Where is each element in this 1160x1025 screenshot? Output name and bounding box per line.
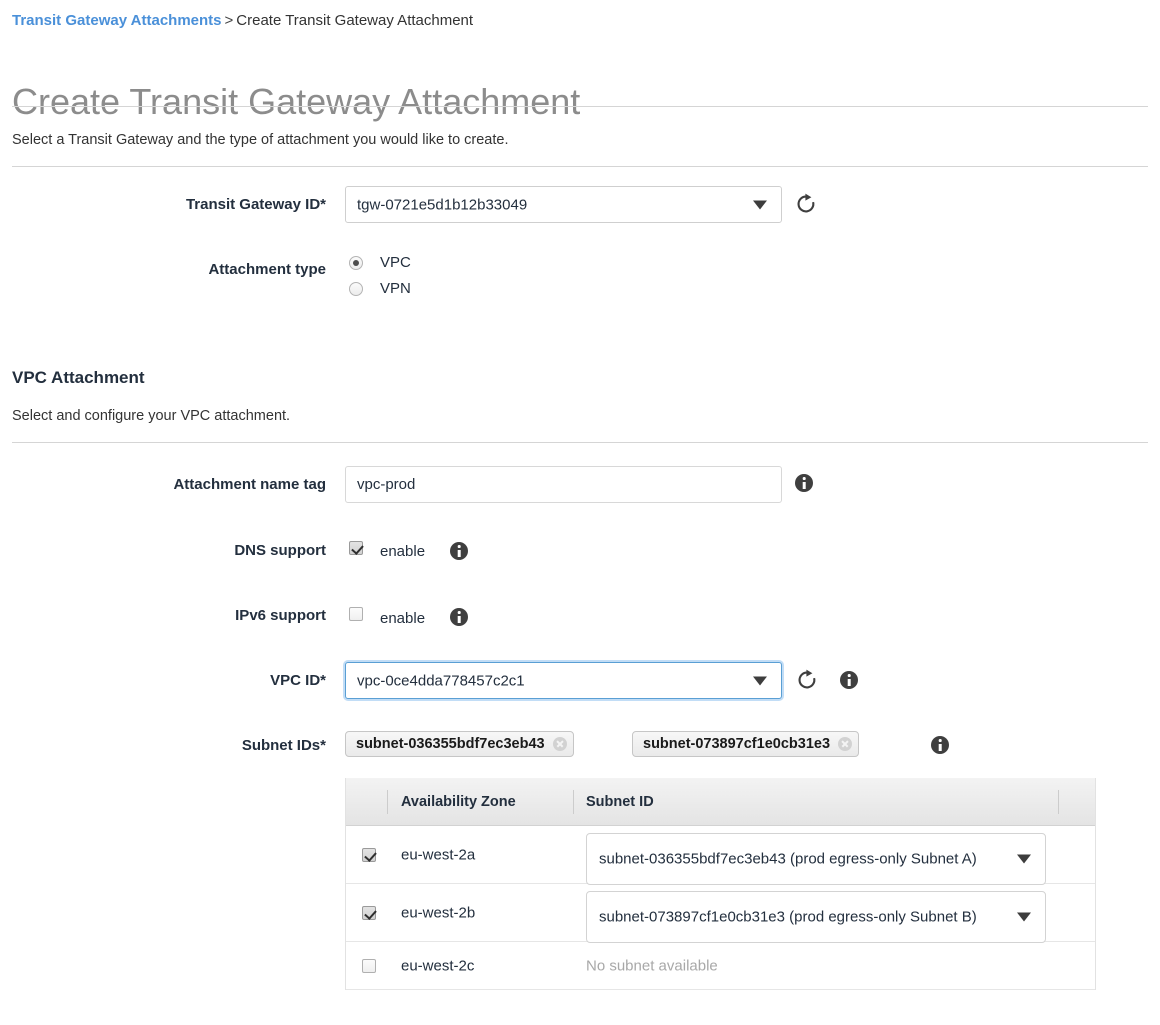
attachment-name-tag-input[interactable] [345,466,782,503]
create-transit-gateway-attachment-page: Transit Gateway Attachments>Create Trans… [0,0,1160,1025]
availability-zone-value: eu-west-2c [401,957,474,974]
checkbox-ipv6-support[interactable] [349,607,363,621]
availability-zone-value: eu-west-2b [401,904,475,921]
dns-support-label: DNS support [60,542,326,559]
chevron-down-icon [753,676,767,685]
ipv6-support-label: IPv6 support [60,607,326,624]
transit-gateway-id-select[interactable]: tgw-0721e5d1b12b33049 [345,186,782,223]
checkbox-subnet-row[interactable] [362,906,376,920]
info-icon-subnet-ids[interactable] [931,736,949,754]
subnet-table: Availability Zone Subnet ID eu-west-2a s… [345,778,1096,990]
breadcrumb-current: Create Transit Gateway Attachment [236,12,473,29]
divider-top [12,106,1148,107]
subnet-select[interactable]: subnet-036355bdf7ec3eb43 (prod egress-on… [586,833,1046,885]
header-separator [1058,790,1059,814]
chevron-down-icon [753,200,767,209]
refresh-icon[interactable] [795,193,817,215]
info-icon-dns-support[interactable] [450,542,468,560]
info-icon-vpc-id[interactable] [840,671,858,689]
attachment-type-label: Attachment type [60,261,326,278]
dns-support-enable-text: enable [380,543,425,560]
info-icon-attachment-name-tag[interactable] [795,474,813,492]
chevron-down-icon [1017,913,1031,922]
radio-attachment-type-vpn[interactable] [349,282,363,296]
refresh-icon[interactable] [796,669,818,691]
checkbox-subnet-row[interactable] [362,959,376,973]
transit-gateway-id-label: Transit Gateway ID* [60,196,326,213]
vpc-id-select[interactable]: vpc-0ce4dda778457c2c1 [345,662,782,699]
no-subnet-available-text: No subnet available [586,957,718,974]
table-row: eu-west-2b subnet-073897cf1e0cb31e3 (pro… [346,884,1095,942]
checkbox-subnet-row[interactable] [362,848,376,862]
header-separator [387,790,388,814]
column-header-availability-zone: Availability Zone [401,794,516,810]
header-separator [573,790,574,814]
subnet-token-label: subnet-036355bdf7ec3eb43 [356,736,545,752]
subnet-ids-label: Subnet IDs* [60,737,326,754]
subnet-select-value: subnet-073897cf1e0cb31e3 (prod egress-on… [599,908,989,927]
checkbox-dns-support[interactable] [349,541,363,555]
divider-under-description [12,166,1148,167]
vpc-attachment-description: Select and configure your VPC attachment… [12,406,290,426]
chevron-down-icon [1017,855,1031,864]
breadcrumb-separator: > [225,12,234,29]
page-description: Select a Transit Gateway and the type of… [12,130,509,150]
subnet-select-value: subnet-036355bdf7ec3eb43 (prod egress-on… [599,850,989,869]
subnet-select[interactable]: subnet-073897cf1e0cb31e3 (prod egress-on… [586,891,1046,943]
breadcrumb: Transit Gateway Attachments>Create Trans… [12,12,473,30]
subnet-token-label: subnet-073897cf1e0cb31e3 [643,736,830,752]
radio-label-vpc: VPC [380,254,411,271]
breadcrumb-link-transit-gateway-attachments[interactable]: Transit Gateway Attachments [12,12,222,29]
subnet-token[interactable]: subnet-073897cf1e0cb31e3 [632,731,859,757]
table-row: eu-west-2c No subnet available [346,942,1095,990]
subnet-token[interactable]: subnet-036355bdf7ec3eb43 [345,731,574,757]
close-icon[interactable] [553,737,567,751]
attachment-name-tag-label: Attachment name tag [60,476,326,493]
info-icon-ipv6-support[interactable] [450,608,468,626]
subnet-table-header: Availability Zone Subnet ID [346,778,1095,826]
vpc-attachment-heading: VPC Attachment [12,368,145,388]
page-title: Create Transit Gateway Attachment [12,79,580,125]
ipv6-support-enable-text: enable [380,610,425,627]
close-icon[interactable] [838,737,852,751]
radio-label-vpn: VPN [380,280,411,297]
column-header-subnet-id: Subnet ID [586,794,654,810]
divider-under-vpc-description [12,442,1148,443]
transit-gateway-id-value: tgw-0721e5d1b12b33049 [357,196,527,213]
table-row: eu-west-2a subnet-036355bdf7ec3eb43 (pro… [346,826,1095,884]
availability-zone-value: eu-west-2a [401,846,475,863]
radio-attachment-type-vpc[interactable] [349,256,363,270]
vpc-id-label: VPC ID* [60,672,326,689]
vpc-id-value: vpc-0ce4dda778457c2c1 [357,672,525,689]
